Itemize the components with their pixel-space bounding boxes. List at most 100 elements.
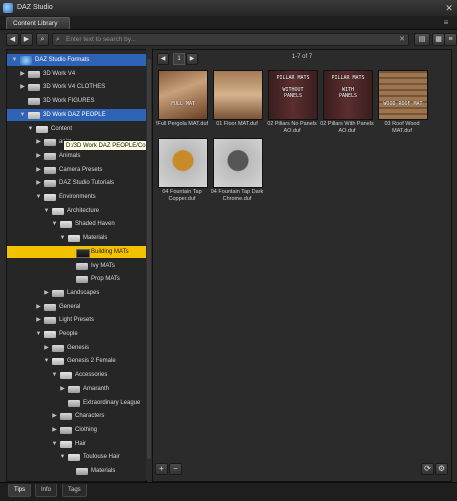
content-thumbnail[interactable]: PILLAR MATS WITHOUT PANELS [268, 70, 318, 120]
tree-item[interactable]: ▼ 3D Work DAZ PEOPLE [7, 108, 146, 121]
tree-item[interactable]: Extraordinary League [7, 397, 146, 409]
tree-item[interactable]: ▶ 3D Work V4 [7, 68, 146, 80]
search-placeholder: Enter text to search by... [66, 36, 136, 43]
view-options-button[interactable]: ▤ [414, 33, 430, 46]
expand-arrow-icon[interactable]: ▶ [59, 383, 66, 395]
list-view-button[interactable]: ≡ [444, 33, 457, 46]
tree-item-label: Amaranth [83, 385, 110, 392]
tree-item[interactable]: Building MATs [7, 245, 146, 258]
tree-item[interactable]: ▼ Hair [7, 438, 146, 450]
settings-icon[interactable]: ⚙ [435, 463, 448, 475]
content-thumbnail[interactable] [213, 138, 263, 188]
tree-item[interactable]: 3D Work FIGURES [7, 95, 146, 107]
collapse-arrow-icon[interactable]: ▼ [27, 123, 34, 135]
tree-item[interactable]: ▼ Content [7, 123, 146, 135]
expand-arrow-icon[interactable]: ▶ [19, 68, 26, 80]
tree-item[interactable]: ▶ Clothing [7, 424, 146, 436]
tree-item[interactable]: ▶ 3D Work V4 CLOTHES [7, 81, 146, 93]
collapse-arrow-icon[interactable]: ▼ [43, 355, 50, 367]
content-thumbnail[interactable]: WOOD ROOF MAT [378, 70, 428, 120]
expand-arrow-icon[interactable]: ▶ [51, 410, 58, 422]
folder-icon [68, 399, 80, 407]
back-button[interactable]: ◀ [6, 33, 19, 46]
daz-logo-icon [3, 3, 13, 13]
collapse-arrow-icon[interactable]: ▼ [51, 369, 58, 381]
expand-arrow-icon[interactable]: ▶ [35, 314, 42, 326]
expand-arrow-icon[interactable]: ▶ [19, 81, 26, 93]
tab-info[interactable]: Info [35, 484, 58, 497]
collapse-arrow-icon[interactable]: ▼ [19, 109, 26, 121]
tree-item[interactable]: ▼ Genesis 2 Female [7, 355, 146, 367]
collapse-arrow-icon[interactable]: ▼ [59, 451, 66, 463]
content-thumbnail[interactable]: FULL MAT [158, 70, 208, 120]
content-thumbnail[interactable]: PILLAR MATS WITH PANELS [323, 70, 373, 120]
folder-tree: ▼ DAZ Studio Formats ▶ 3D Work V4 ▶ 3D Work V… [6, 49, 147, 482]
remove-button[interactable]: − [169, 463, 182, 475]
refresh-icon[interactable]: ⟳ [421, 463, 434, 475]
collapse-arrow-icon[interactable]: ▼ [51, 218, 58, 230]
tab-tips[interactable]: Tips [8, 484, 32, 497]
tree-item[interactable]: ▼ Environments [7, 191, 146, 203]
tree-item-label: Characters [75, 413, 105, 420]
tree-item[interactable]: ▶ Landscapes [7, 287, 146, 299]
expand-arrow-icon[interactable]: ▶ [35, 164, 42, 176]
tree-item[interactable]: ▶ Amaranth [7, 383, 146, 395]
content-thumbnail[interactable] [158, 138, 208, 188]
collapse-arrow-icon[interactable]: ▼ [35, 191, 42, 203]
forward-button[interactable]: ▶ [20, 33, 33, 46]
collapse-arrow-icon[interactable]: ▼ [51, 438, 58, 450]
folder-icon [28, 111, 40, 119]
collapse-arrow-icon[interactable]: ▼ [43, 205, 50, 217]
search-input[interactable]: ⌕ Enter text to search by... ✕ [52, 33, 409, 46]
tree-item-label: 3D Work DAZ PEOPLE [43, 111, 106, 118]
content-thumbnail[interactable] [213, 70, 263, 120]
tree-item-label: Building MATs [91, 248, 129, 255]
expand-arrow-icon[interactable]: ▶ [43, 287, 50, 299]
tab-content-library[interactable]: Content Library [6, 17, 70, 29]
folder-icon [68, 385, 80, 393]
tree-item[interactable]: Ivy MATs [7, 260, 146, 272]
expand-arrow-icon[interactable]: ▶ [35, 177, 42, 189]
folder-icon [68, 235, 80, 243]
folder-icon [76, 248, 90, 258]
pane-menu-icon[interactable]: ≡ [441, 19, 451, 27]
close-icon[interactable]: ✕ [444, 3, 454, 13]
tree-item[interactable]: ▶ Genesis [7, 342, 146, 354]
folder-icon [52, 289, 64, 297]
add-button[interactable]: + [155, 463, 168, 475]
folder-icon [60, 413, 72, 421]
tree-scroll-thumb[interactable] [147, 59, 151, 459]
collapse-arrow-icon[interactable]: ▼ [59, 232, 66, 244]
collapse-arrow-icon[interactable]: ▼ [11, 54, 18, 66]
expand-arrow-icon[interactable]: ▶ [35, 150, 42, 162]
tree-item[interactable]: ▶ Camera Presets [7, 164, 146, 176]
thumbnail-overlay-text: PILLAR MATS WITH PANELS [331, 75, 365, 99]
tab-tags[interactable]: Tags [62, 484, 87, 497]
tree-item[interactable]: ▼ Toulouse Hair [7, 451, 146, 463]
tree-item[interactable]: ▶ Light Presets [7, 314, 146, 326]
tree-item[interactable]: ▼ Shaded Haven [7, 218, 146, 230]
tree-item[interactable]: ▼ Materials [7, 232, 146, 244]
tree-item[interactable]: ▼ Architecture [7, 205, 146, 217]
clear-search-icon[interactable]: ✕ [399, 35, 405, 44]
expand-arrow-icon[interactable]: ▶ [35, 301, 42, 313]
tree-item-label: Clothing [75, 426, 98, 433]
thumbnail-caption: 03 Roof Wood MAT.duf [384, 121, 420, 134]
expand-arrow-icon[interactable]: ▶ [43, 342, 50, 354]
tree-item[interactable]: ▼ DAZ Studio Formats [7, 54, 146, 66]
search-options-icon[interactable]: ⌕ [36, 33, 49, 46]
collapse-arrow-icon[interactable]: ▼ [35, 328, 42, 340]
folder-icon [52, 344, 64, 352]
pane-tab-bar: Content Library ≡ [0, 16, 457, 30]
tree-item[interactable]: ▶ DAZ Studio Tutorials [7, 177, 146, 189]
folder-icon [60, 221, 72, 229]
tree-item[interactable]: ▶ Characters [7, 410, 146, 422]
tree-item[interactable]: Materials [7, 465, 146, 477]
tree-item-label: Extraordinary League [83, 399, 141, 406]
tree-item[interactable]: ▼ People [7, 328, 146, 340]
expand-arrow-icon[interactable]: ▶ [51, 424, 58, 436]
tree-item[interactable]: ▼ Accessories [7, 369, 146, 381]
tree-item[interactable]: Prop MATs [7, 273, 146, 285]
expand-arrow-icon[interactable]: ▶ [35, 136, 42, 148]
tree-item[interactable]: ▶ General [7, 301, 146, 313]
